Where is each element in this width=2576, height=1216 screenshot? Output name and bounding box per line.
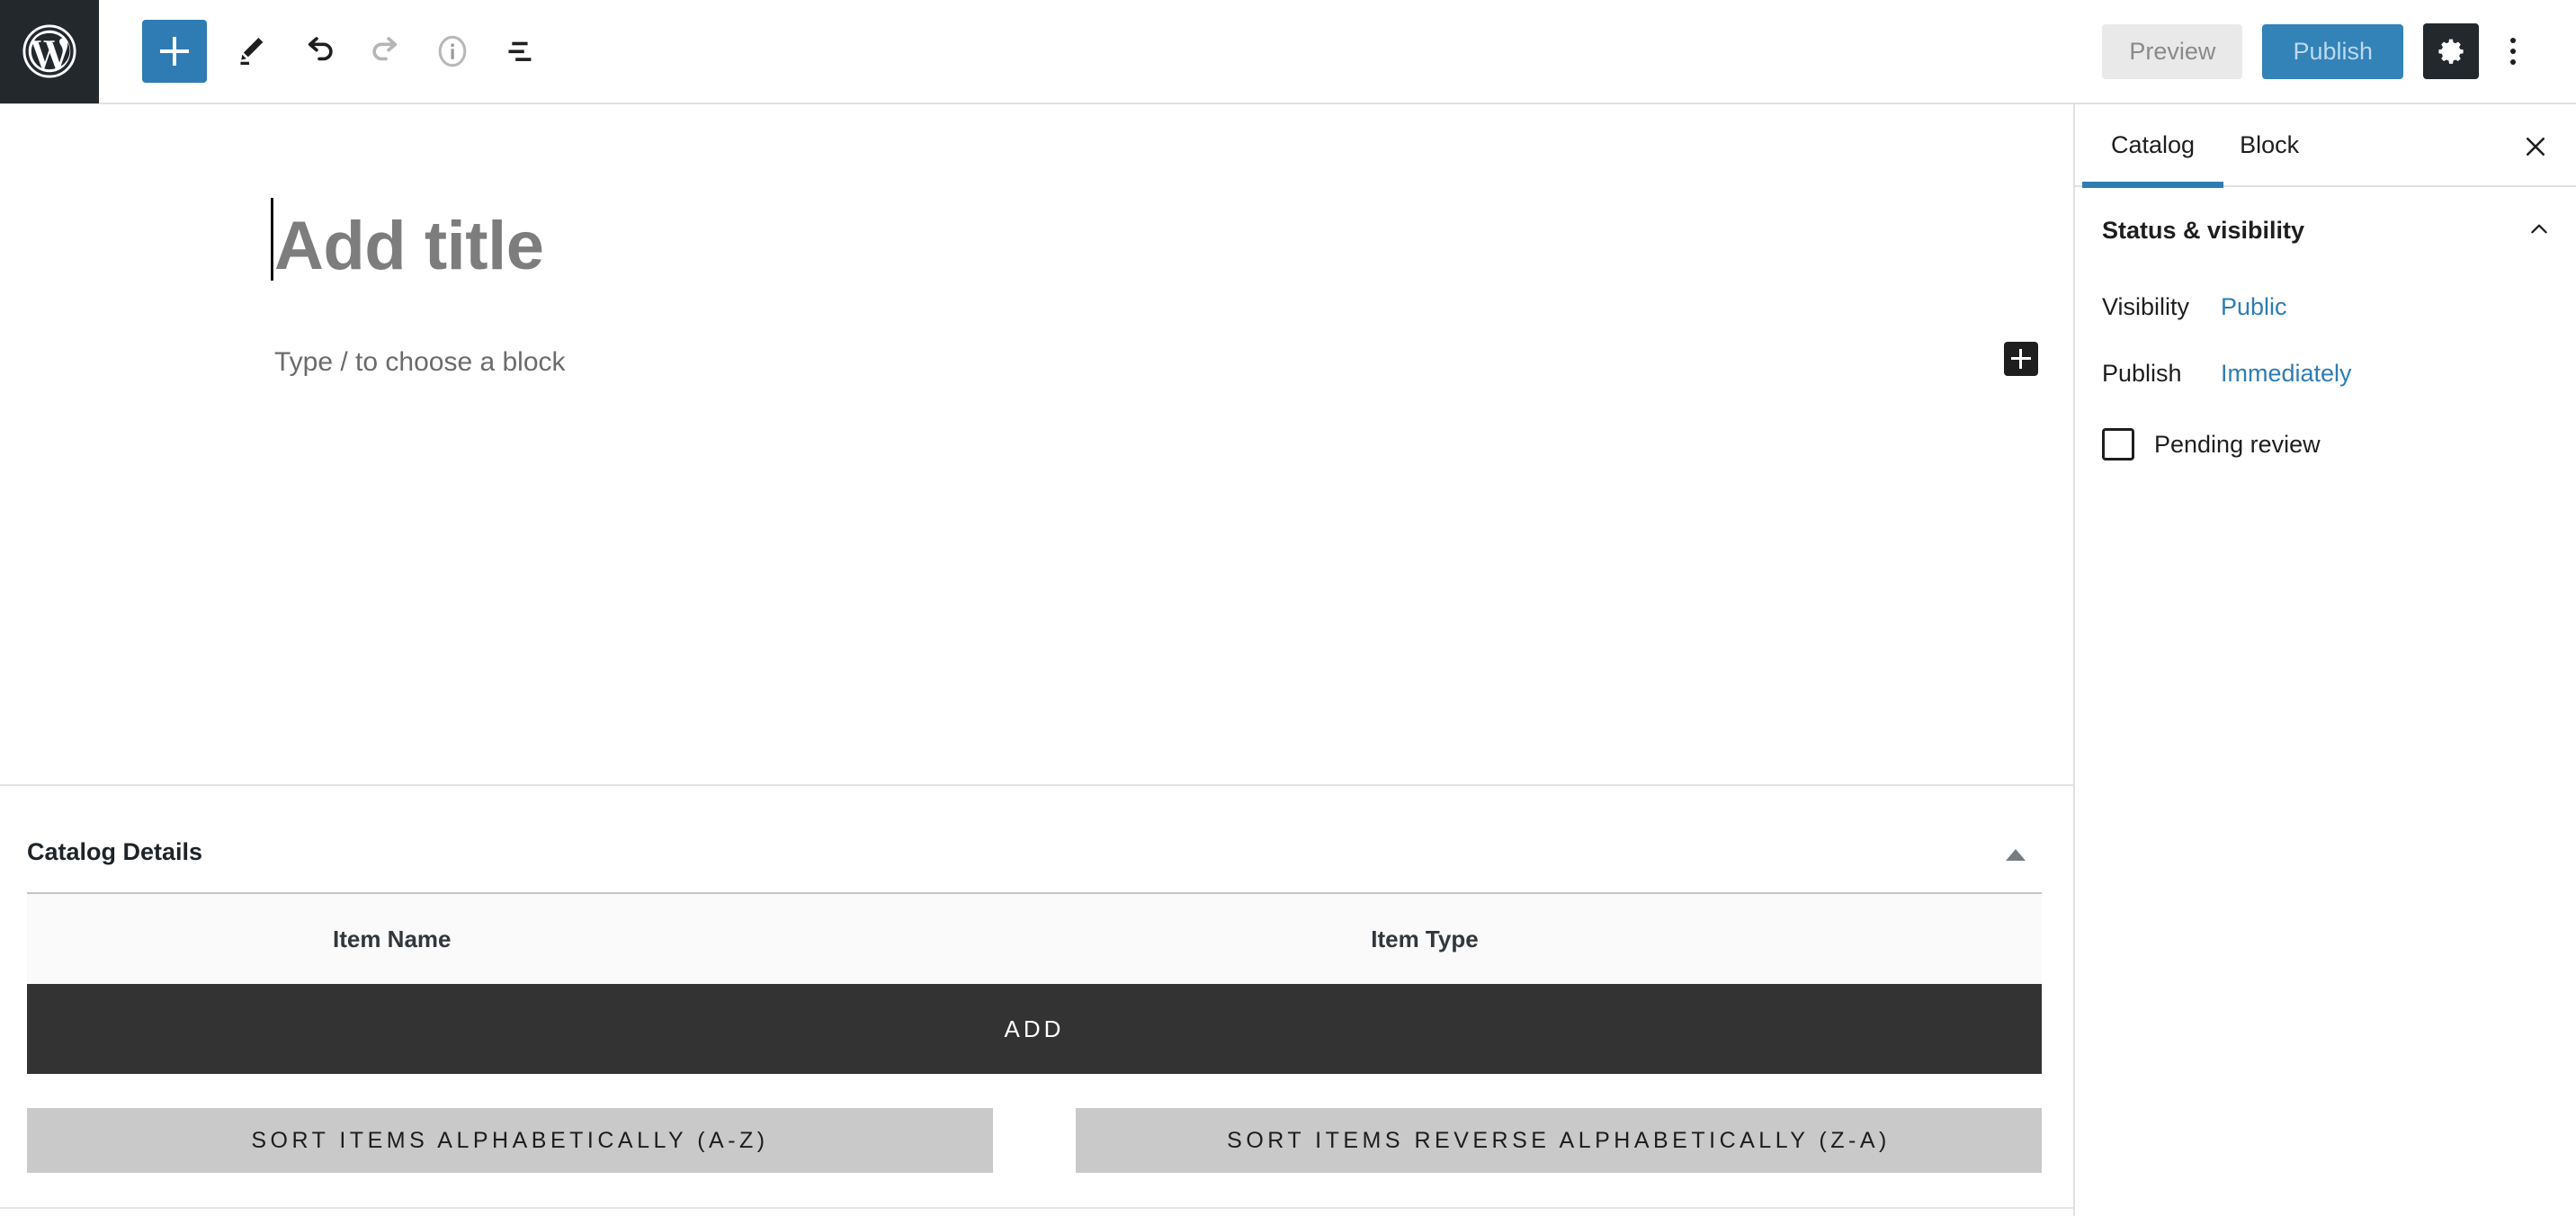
- metabox-bottom-divider: [0, 1207, 2073, 1209]
- list-view-button[interactable]: [486, 18, 552, 85]
- catalog-details-header[interactable]: Catalog Details: [27, 811, 2042, 894]
- text-caret: [271, 198, 273, 281]
- plus-icon: [2011, 349, 2031, 369]
- editor-canvas: Add title Type / to choose a block Catal…: [0, 104, 2073, 1216]
- wordpress-logo-button[interactable]: [0, 0, 99, 103]
- publish-button[interactable]: Publish: [2262, 23, 2403, 79]
- kebab-menu-icon: [2510, 38, 2516, 43]
- redo-arrow-icon: [372, 37, 398, 61]
- gear-icon: [2438, 39, 2464, 64]
- triangle-up-icon[interactable]: [2006, 849, 2026, 861]
- editor-toolbar: Preview Publish: [0, 0, 2576, 104]
- tab-catalog[interactable]: Catalog: [2081, 103, 2224, 188]
- publish-row: Publish Immediately: [2075, 340, 2576, 407]
- column-header-item-type: Item Type: [1371, 925, 1479, 952]
- table-header-row: Item Name Item Type: [27, 894, 2042, 984]
- sort-alphabetical-az-button[interactable]: SORT ITEMS ALPHABETICALLY (A-Z): [27, 1108, 993, 1173]
- plus-icon: [158, 35, 191, 67]
- add-item-button[interactable]: ADD: [27, 984, 2042, 1074]
- post-content-area: Add title Type / to choose a block: [0, 198, 2073, 378]
- pending-review-checkbox[interactable]: [2102, 428, 2134, 460]
- preview-button[interactable]: Preview: [2102, 23, 2243, 79]
- sort-buttons-row: SORT ITEMS ALPHABETICALLY (A-Z) SORT ITE…: [27, 1108, 2042, 1173]
- catalog-table-head: Item Name Item Type: [27, 894, 2042, 984]
- content-metabox-divider: [0, 784, 2073, 786]
- pencil-icon: [240, 37, 264, 66]
- toolbar-right-actions: Preview Publish: [2102, 23, 2576, 79]
- more-options-button[interactable]: [2488, 23, 2538, 79]
- post-title-placeholder: Add title: [274, 208, 544, 284]
- column-header-item-name: Item Name: [333, 925, 452, 952]
- paragraph-block[interactable]: Type / to choose a block: [274, 342, 2073, 378]
- close-icon: [2526, 137, 2545, 156]
- sort-alphabetical-za-button[interactable]: SORT ITEMS REVERSE ALPHABETICALLY (Z-A): [1076, 1108, 2042, 1173]
- paragraph-placeholder: Type / to choose a block: [274, 347, 566, 377]
- visibility-label: Visibility: [2102, 292, 2190, 320]
- settings-button[interactable]: [2423, 23, 2479, 79]
- publish-value-button[interactable]: Immediately: [2221, 360, 2352, 388]
- publish-label: Publish: [2102, 359, 2182, 387]
- sidebar-tabs: Catalog Block: [2075, 103, 2576, 188]
- toolbar-left-tools: [99, 18, 552, 85]
- settings-sidebar: Catalog Block Status & visibility Visibi…: [2073, 104, 2576, 1216]
- wordpress-logo-icon: [22, 24, 76, 78]
- catalog-details-metabox: Catalog Details Item Name Item Type ADD …: [27, 811, 2042, 1173]
- visibility-row: Visibility Public: [2075, 273, 2576, 340]
- tab-block[interactable]: Block: [2231, 103, 2308, 186]
- status-visibility-panel-header[interactable]: Status & visibility: [2075, 187, 2576, 273]
- catalog-details-title: Catalog Details: [27, 837, 203, 865]
- undo-arrow-icon: [308, 37, 333, 61]
- post-title-field[interactable]: Add title: [271, 198, 2073, 291]
- visibility-value-button[interactable]: Public: [2221, 293, 2287, 321]
- pending-review-label: Pending review: [2154, 430, 2321, 458]
- list-view-icon: [508, 41, 532, 61]
- chevron-up-icon[interactable]: [2527, 218, 2551, 241]
- add-block-button[interactable]: [142, 20, 207, 83]
- block-inserter-button[interactable]: [2004, 342, 2038, 376]
- close-sidebar-button[interactable]: [2515, 126, 2556, 167]
- status-visibility-title: Status & visibility: [2102, 216, 2305, 244]
- edit-tool-button[interactable]: [219, 18, 286, 85]
- info-circle-icon: [438, 35, 467, 67]
- details-button[interactable]: [419, 18, 486, 85]
- undo-button[interactable]: [286, 18, 353, 85]
- catalog-items-table: Item Name Item Type: [27, 894, 2042, 984]
- pending-review-row: Pending review: [2075, 407, 2576, 460]
- redo-button[interactable]: [353, 18, 419, 85]
